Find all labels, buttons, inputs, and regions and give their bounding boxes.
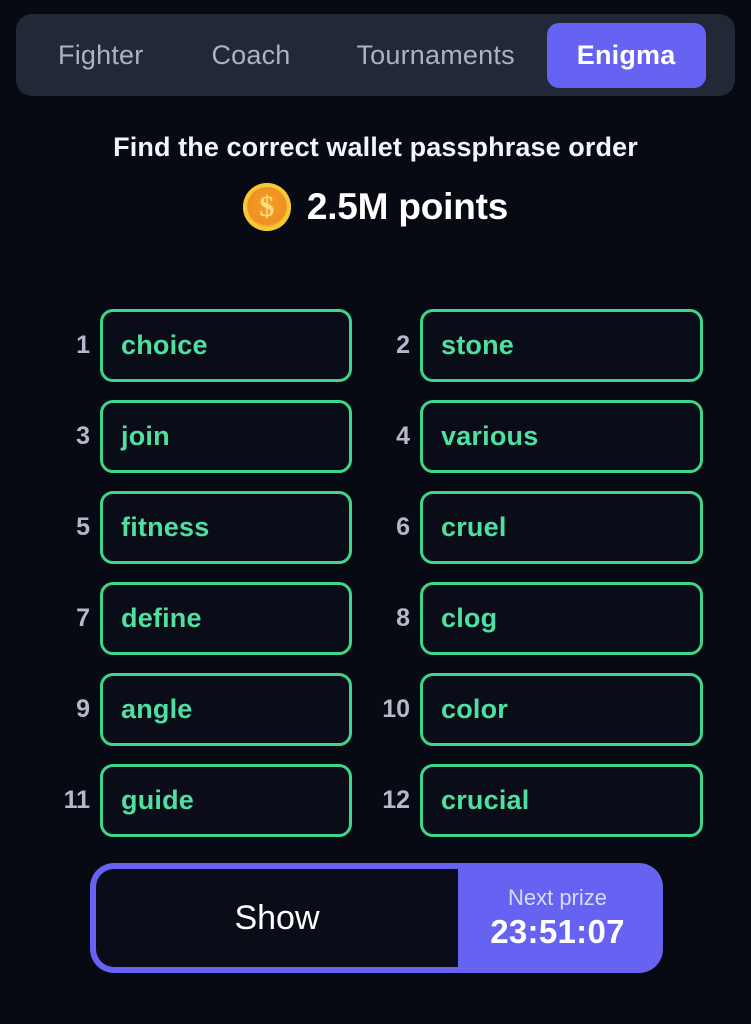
word-box[interactable]: angle [100, 673, 352, 746]
passphrase-slot-3: 3 join [0, 391, 352, 482]
coin-dollar-icon: $ [242, 183, 291, 231]
word-label: choice [121, 330, 208, 360]
bottom-action-bar: Show Next prize 23:51:07 [90, 863, 663, 973]
passphrase-slot-5: 5 fitness [0, 482, 352, 573]
passphrase-slot-2: 2 stone [352, 300, 703, 391]
word-box[interactable]: clog [420, 582, 703, 655]
next-prize-timer: 23:51:07 [490, 913, 625, 950]
slot-index: 3 [76, 422, 90, 450]
word-label: various [441, 421, 539, 451]
tab-enigma[interactable]: Enigma [546, 22, 706, 88]
word-label: fitness [121, 512, 210, 542]
next-prize-label: Next prize [507, 885, 608, 910]
word-box[interactable]: cruel [420, 491, 703, 564]
word-label: angle [121, 694, 193, 724]
passphrase-slot-7: 7 define [0, 573, 352, 664]
slot-index: 11 [63, 786, 90, 814]
tab-fighter[interactable]: Fighter [58, 26, 143, 85]
slot-index: 7 [76, 604, 90, 632]
word-box[interactable]: various [420, 400, 703, 473]
word-label: guide [121, 785, 194, 815]
passphrase-slot-10: 10 color [352, 664, 703, 755]
slot-index: 6 [396, 513, 410, 541]
slot-index: 1 [76, 331, 90, 359]
word-label: clog [441, 603, 498, 633]
slot-index: 8 [396, 604, 410, 632]
word-box[interactable]: choice [100, 309, 352, 382]
passphrase-row: 3 join 4 various [0, 391, 751, 482]
slot-index: 12 [382, 786, 410, 814]
slot-index: 9 [76, 695, 90, 723]
passphrase-slot-12: 12 crucial [352, 755, 703, 846]
tab-coach[interactable]: Coach [211, 26, 290, 85]
passphrase-slot-6: 6 cruel [352, 482, 703, 573]
slot-index: 5 [76, 513, 90, 541]
passphrase-row: 5 fitness 6 cruel [0, 482, 751, 573]
points-value: 2.5M points [306, 186, 509, 227]
word-label: define [121, 603, 202, 633]
page-title: Find the correct wallet passphrase order [113, 132, 638, 162]
passphrase-row: 1 choice 2 stone [0, 300, 751, 391]
passphrase-slot-1: 1 choice [0, 300, 352, 391]
main-tab-bar: Fighter Coach Tournaments Enigma [16, 14, 735, 96]
word-box[interactable]: crucial [420, 764, 703, 837]
slot-index: 4 [396, 422, 410, 450]
word-box[interactable]: color [420, 673, 703, 746]
word-box[interactable]: join [100, 400, 352, 473]
passphrase-row: 9 angle 10 color [0, 664, 751, 755]
next-prize-panel: Next prize 23:51:07 [458, 869, 657, 967]
passphrase-slot-11: 11 guide [0, 755, 352, 846]
word-label: stone [441, 330, 515, 360]
tab-tournaments[interactable]: Tournaments [356, 26, 514, 85]
word-box[interactable]: guide [100, 764, 352, 837]
word-box[interactable]: fitness [100, 491, 352, 564]
passphrase-slot-9: 9 angle [0, 664, 352, 755]
word-label: join [121, 421, 170, 451]
word-label: cruel [441, 512, 507, 542]
word-box[interactable]: stone [420, 309, 703, 382]
passphrase-slot-4: 4 various [352, 391, 703, 482]
passphrase-grid: 1 choice 2 stone 3 join 4 various 5 fitn… [0, 300, 751, 846]
passphrase-row: 11 guide 12 crucial [0, 755, 751, 846]
word-box[interactable]: define [100, 582, 352, 655]
word-label: color [441, 694, 509, 724]
passphrase-row: 7 define 8 clog [0, 573, 751, 664]
slot-index: 2 [396, 331, 410, 359]
show-button[interactable]: Show [96, 869, 458, 967]
points-row: $ 2.5M points [0, 183, 751, 231]
word-label: crucial [441, 785, 530, 815]
passphrase-slot-8: 8 clog [352, 573, 703, 664]
slot-index: 10 [382, 695, 410, 723]
coin-dollar-glyph: $ [259, 190, 275, 223]
